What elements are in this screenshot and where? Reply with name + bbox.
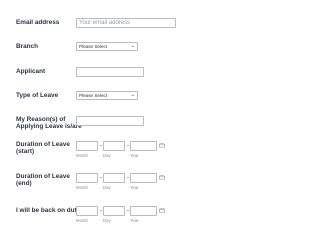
duration-end-day-input[interactable] xyxy=(103,173,125,183)
back-on-duty-day-input[interactable] xyxy=(103,206,125,216)
back-on-duty-label: I will be back on duty xyxy=(16,207,81,214)
date-separator: - xyxy=(127,175,129,181)
back-on-duty-month-input[interactable] xyxy=(76,206,98,216)
duration-end-label: Duration of Leave (end) xyxy=(16,173,70,187)
date-separator: - xyxy=(100,208,102,214)
duration-start-month-input[interactable] xyxy=(76,141,98,151)
day-sublabel: Day xyxy=(103,153,111,158)
reason-field[interactable] xyxy=(76,116,144,126)
duration-start-day-input[interactable] xyxy=(103,141,125,151)
duration-start-label: Duration of Leave (start) xyxy=(16,141,70,155)
calendar-icon[interactable] xyxy=(159,208,165,213)
calendar-icon[interactable] xyxy=(159,175,165,180)
email-label: Email address xyxy=(16,19,60,26)
duration-end-month-input[interactable] xyxy=(76,173,98,183)
applicant-label: Applicant xyxy=(16,68,46,75)
month-sublabel: Month xyxy=(76,185,88,190)
year-sublabel: Year xyxy=(130,185,139,190)
date-separator: - xyxy=(100,143,102,149)
month-sublabel: Month xyxy=(76,218,88,223)
branch-label: Branch xyxy=(16,43,39,50)
duration-end-year-input[interactable] xyxy=(130,173,157,183)
day-sublabel: Day xyxy=(103,218,111,223)
email-field[interactable]: Your email address xyxy=(76,18,176,28)
date-separator: - xyxy=(127,143,129,149)
applicant-field[interactable] xyxy=(76,67,144,77)
back-on-duty-year-input[interactable] xyxy=(130,206,157,216)
chevron-down-icon: ⌄ xyxy=(130,92,135,98)
date-separator: - xyxy=(100,175,102,181)
leave-type-select[interactable]: Please Select ⌄ xyxy=(76,91,138,100)
day-sublabel: Day xyxy=(103,185,111,190)
date-separator: - xyxy=(127,208,129,214)
duration-start-year-input[interactable] xyxy=(130,141,157,151)
reason-label: My Reason(s) of Applying Leave is/are xyxy=(16,116,82,130)
branch-selected-value: Please Select xyxy=(79,44,108,49)
year-sublabel: Year xyxy=(130,218,139,223)
year-sublabel: Year xyxy=(130,153,139,158)
month-sublabel: Month xyxy=(76,153,88,158)
calendar-icon[interactable] xyxy=(159,143,165,148)
branch-select[interactable]: Please Select ⌄ xyxy=(76,42,138,51)
chevron-down-icon: ⌄ xyxy=(130,43,135,49)
leave-type-selected-value: Please Select xyxy=(79,93,108,98)
email-placeholder: Your email address xyxy=(79,20,131,26)
